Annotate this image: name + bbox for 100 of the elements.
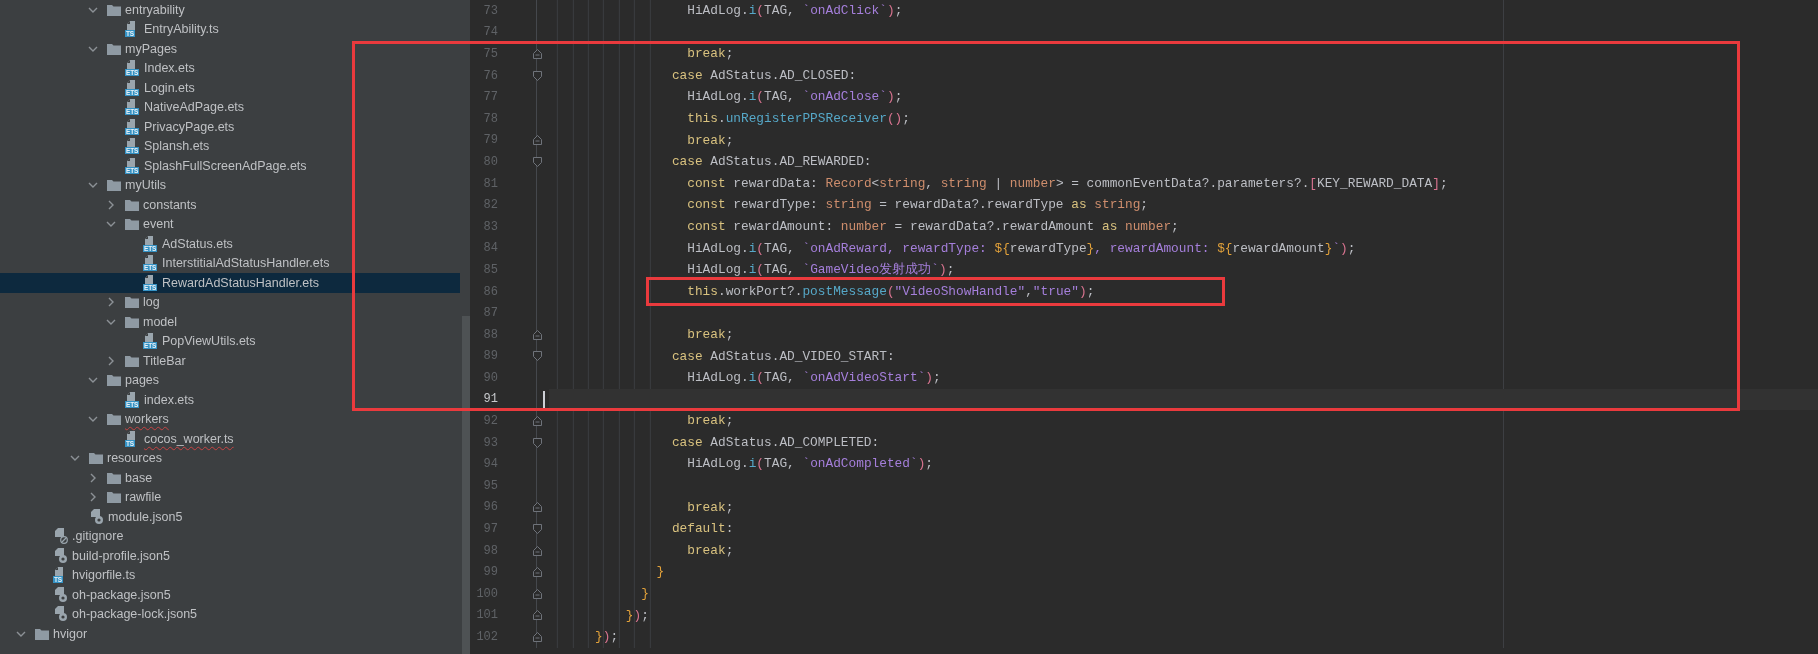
line-number: 99 [482,565,498,580]
line-number: 101 [475,608,498,623]
chevron-right-icon[interactable] [106,199,116,210]
line-number: 76 [482,68,498,83]
line-number: 81 [482,176,498,191]
code-line: HiAdLog.i(TAG, `GameVideo发射成功`); [687,262,955,278]
code-line: HiAdLog.i(TAG, `onAdReward, rewardType: ${rewardType}, rewardAmount: ${rewardAmount}`); [687,240,1356,256]
fold-icon[interactable] [532,632,542,642]
folder-item[interactable]: log [0,292,460,312]
folder-icon [107,413,121,426]
line-number: 74 [482,25,498,40]
fold-icon[interactable] [532,70,542,81]
folder-item[interactable]: entryability [0,0,460,20]
code-line: case AdStatus.AD_REWARDED: [671,154,872,170]
folder-icon [107,179,121,192]
folder-icon [107,491,121,504]
line-number: 93 [482,435,498,450]
code-line: HiAdLog.i(TAG, `onAdCompleted`); [687,456,934,472]
code-line: } [641,586,649,602]
fold-icon[interactable] [532,610,542,621]
line-number: 75 [482,47,498,61]
code-line: const rewardType: string = rewardData?.rewardType as string; [687,197,1149,213]
folder-icon [107,42,121,55]
chevron-right-icon[interactable] [88,492,98,503]
fold-icon[interactable] [532,524,542,535]
code-line: case AdStatus.AD_CLOSED: [671,67,857,83]
chevron-right-icon[interactable] [88,472,98,483]
code-line: break; [687,413,734,429]
settings-file-icon [53,547,69,564]
folder-item[interactable]: resources [0,448,460,468]
line-number: 102 [475,630,498,644]
folder-icon [107,3,121,16]
folder-item[interactable]: constants [0,195,460,215]
line-number: 78 [482,111,498,126]
line-number: 80 [482,154,498,169]
code-line: break; [687,326,734,342]
folder-item[interactable]: myPages [0,39,460,59]
code-line: HiAdLog.i(TAG, `onAdClose`); [687,89,903,105]
folder-icon [107,374,121,387]
line-number: 92 [482,414,498,429]
line-number: 85 [482,262,498,277]
folder-item[interactable]: workers [0,409,460,429]
fold-icon[interactable] [532,588,542,599]
fold-icon[interactable] [532,329,542,340]
code-line: this.unRegisterPPSReceiver(); [687,110,910,126]
fold-icon[interactable] [532,351,542,362]
fold-icon[interactable] [532,135,542,146]
file-item[interactable]: oh-package.json5 [0,585,460,605]
fold-icon[interactable] [532,545,542,556]
line-number: 96 [482,500,498,515]
settings-file-icon [53,586,69,603]
code-line: break; [687,46,734,62]
fold-icon[interactable] [532,156,542,167]
code-line: this.workPort?.postMessage("VideoShowHandle","true"); [687,283,1095,299]
code-line: HiAdLog.i(TAG, `onAdVideoStart`); [687,370,941,386]
line-number: 95 [482,478,498,493]
folder-item[interactable]: base [0,468,460,488]
settings-file-icon [53,606,69,623]
line-number: 79 [482,133,498,148]
line-number: 82 [482,198,498,213]
code-line: HiAdLog.i(TAG, `onAdClick`); [687,3,903,18]
folder-icon [125,296,139,309]
folder-icon [125,198,139,211]
folder-icon [35,627,49,640]
file-item[interactable]: build-profile.json5 [0,546,460,566]
line-number: 84 [482,241,498,256]
line-number: 100 [475,586,498,601]
line-number: 91 [482,392,498,407]
folder-icon [125,354,139,367]
code-line: break; [687,132,734,148]
code-line: }); [625,607,649,623]
folder-item[interactable]: rawfile [0,487,460,507]
fold-icon[interactable] [532,502,542,513]
file-item[interactable]: oh-package-lock.json5 [0,604,460,624]
scrollbar[interactable] [462,316,470,654]
folder-icon [89,452,103,465]
text-cursor [543,390,545,409]
line-number: 90 [482,370,498,385]
file-item[interactable]: .gitignore [0,526,460,546]
line-number: 98 [482,543,498,558]
folder-item[interactable]: event [0,214,460,234]
line-number: 86 [482,284,498,299]
file-item[interactable]: module.json5 [0,507,460,527]
folder-icon [125,218,139,231]
fold-icon[interactable] [532,567,542,578]
folder-item[interactable]: model [0,312,460,332]
folder-item[interactable]: pages [0,370,460,390]
code-line: break; [687,499,734,515]
fold-icon[interactable] [532,416,542,427]
code-line: } [656,564,665,580]
folder-item[interactable]: hvigor [0,624,460,644]
folder-icon [125,315,139,328]
folder-item[interactable]: TitleBar [0,351,460,371]
fold-icon[interactable] [532,437,542,448]
chevron-right-icon[interactable] [106,297,116,308]
fold-icon[interactable] [532,49,542,59]
chevron-right-icon[interactable] [106,355,116,366]
line-number: 87 [482,306,498,321]
folder-item[interactable]: myUtils [0,175,460,195]
code-line: const rewardData: Record<string, string | number> = commonEventData?.parameters?.[KEY_REWARD_DATA]; [687,175,1448,191]
